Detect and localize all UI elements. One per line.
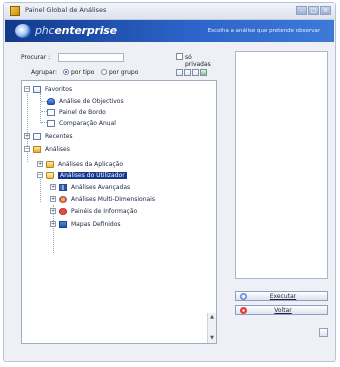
maximize-button[interactable]: □ xyxy=(308,6,319,15)
exit-label: Voltar xyxy=(274,306,292,314)
action-panel: Executar Voltar xyxy=(235,51,328,344)
tree-node-app-analyses[interactable]: + Análises da Aplicação xyxy=(37,159,123,169)
logo-main: enterprise xyxy=(54,24,117,37)
analyses-folder-icon xyxy=(33,145,41,153)
tree-label: Painel de Bordo xyxy=(59,108,106,116)
group-label: Agrupar: xyxy=(31,69,58,76)
app-icon xyxy=(10,6,20,16)
search-label: Procurar : xyxy=(21,54,51,61)
help-icon[interactable] xyxy=(319,328,328,337)
tree-scrollbar[interactable]: ▲ ▼ xyxy=(207,313,216,343)
folder-open-icon xyxy=(46,171,54,179)
collapse-icon[interactable]: − xyxy=(24,86,30,92)
tree-node-maps[interactable]: + Mapas Definidos xyxy=(50,219,121,229)
recent-icon xyxy=(33,132,41,140)
execute-icon xyxy=(240,292,247,300)
banner-hint: Escolha a análise que pretende observar xyxy=(207,28,320,34)
tree-label: Análises xyxy=(45,145,70,153)
info-panel-icon xyxy=(59,207,67,215)
scroll-up-icon[interactable]: ▲ xyxy=(209,314,215,321)
private-only-label: só privadas xyxy=(185,54,211,68)
tree-label-selected: Análises do Utilizador xyxy=(58,171,127,179)
dashboard-icon xyxy=(47,108,55,116)
search-input[interactable] xyxy=(58,53,124,62)
exit-icon xyxy=(240,306,247,314)
logo-text: phcenterprise xyxy=(35,24,117,37)
favorites-icon xyxy=(33,85,41,93)
window-title: Painel Global de Análises xyxy=(25,6,107,14)
close-button[interactable]: × xyxy=(320,6,331,15)
exit-button[interactable]: Voltar xyxy=(235,305,328,315)
tree-node-analyses[interactable]: − Análises xyxy=(24,144,70,154)
tree-label: Recentes xyxy=(45,132,73,140)
analysis-detail-pane xyxy=(235,51,328,279)
expand-icon[interactable]: + xyxy=(50,221,56,227)
minimize-button[interactable]: – xyxy=(296,6,307,15)
tree-node-advanced[interactable]: + Análises Avançadas xyxy=(50,182,130,192)
execute-label: Executar xyxy=(269,292,297,300)
logo-icon xyxy=(15,24,31,38)
window-controls: – □ × xyxy=(296,6,331,16)
tree-label: Mapas Definidos xyxy=(71,220,121,228)
tree-tool-2-icon[interactable] xyxy=(184,69,191,76)
folder-icon xyxy=(46,160,54,168)
analysis-tree[interactable]: − Favoritos Análise de Objectivos Painel… xyxy=(21,80,217,344)
tree-node-recent[interactable]: + Recentes xyxy=(24,131,73,141)
group-by-group-radio[interactable] xyxy=(101,69,107,75)
main-window: Painel Global de Análises – □ × phcenter… xyxy=(3,2,336,362)
tree-label: Análises da Aplicação xyxy=(58,160,124,168)
collapse-icon[interactable]: − xyxy=(24,146,30,152)
tree-node-favorites[interactable]: − Favoritos xyxy=(24,84,72,94)
tree-node-info-panels[interactable]: + Painéis de Informação xyxy=(50,206,137,216)
expand-icon[interactable]: + xyxy=(24,133,30,139)
product-banner: phcenterprise Escolha a análise que pret… xyxy=(5,20,334,42)
tree-node-favorite-item[interactable]: Análise de Objectivos xyxy=(47,96,124,106)
tree-label: Análises Multi-Dimensionais xyxy=(71,195,155,203)
tree-tool-1-icon[interactable] xyxy=(176,69,183,76)
tree-tool-3-icon[interactable] xyxy=(192,69,199,76)
group-by-group-label: por grupo xyxy=(109,69,139,76)
collapse-icon[interactable]: − xyxy=(37,172,43,178)
group-by-type-radio[interactable] xyxy=(63,69,69,75)
group-by-type-label: por tipo xyxy=(71,69,95,76)
multidimensional-icon xyxy=(59,195,67,203)
objectives-icon xyxy=(47,97,55,105)
tree-label: Análises Avançadas xyxy=(71,183,131,191)
logo-prefix: phc xyxy=(35,24,55,37)
tree-node-favorite-item[interactable]: Comparação Anual xyxy=(47,118,116,128)
title-bar: Painel Global de Análises – □ × xyxy=(4,3,335,20)
tree-label: Comparação Anual xyxy=(59,119,116,127)
expand-icon[interactable]: + xyxy=(50,208,56,214)
comparison-icon xyxy=(47,119,55,127)
private-only-checkbox[interactable] xyxy=(176,53,183,60)
tree-label: Análise de Objectivos xyxy=(59,97,124,105)
scroll-down-icon[interactable]: ▼ xyxy=(209,335,215,342)
tree-label: Favoritos xyxy=(45,85,73,93)
tree-node-multidimensional[interactable]: + Análises Multi-Dimensionais xyxy=(50,194,155,204)
expand-icon[interactable]: + xyxy=(50,196,56,202)
tree-node-favorite-item[interactable]: Painel de Bordo xyxy=(47,107,106,117)
refresh-icon[interactable] xyxy=(200,69,207,76)
execute-button[interactable]: Executar xyxy=(235,291,328,301)
maps-icon xyxy=(59,220,67,228)
expand-icon[interactable]: + xyxy=(50,184,56,190)
tree-label: Painéis de Informação xyxy=(71,207,138,215)
expand-icon[interactable]: + xyxy=(37,161,43,167)
analysis-browser: Procurar : só privadas Agrupar: por tipo… xyxy=(21,51,217,344)
tree-node-user-analyses[interactable]: − Análises do Utilizador xyxy=(37,170,127,180)
advanced-analysis-icon xyxy=(59,183,67,191)
